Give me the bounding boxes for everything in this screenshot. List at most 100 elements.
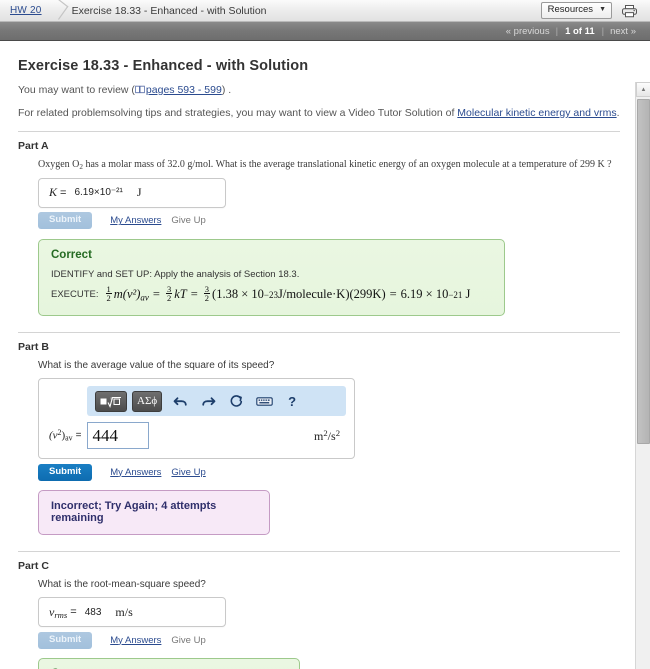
svg-text:n: n [111, 395, 114, 400]
part-a-identify-line: IDENTIFY and SET UP: Apply the analysis … [51, 268, 300, 280]
related-suffix-text: . [616, 107, 620, 119]
mass-symbol: m [113, 287, 123, 302]
part-b-label: Part B [18, 341, 49, 354]
part-c-give-up-link[interactable]: Give Up [171, 635, 205, 646]
temperature-term: (299K) [349, 287, 386, 302]
resources-dropdown[interactable]: Resources ▼ [540, 2, 612, 19]
review-suffix-text: ) . [221, 84, 232, 96]
keyboard-icon[interactable] [251, 389, 277, 413]
breadcrumb-separator-icon [48, 0, 62, 22]
unit-denominator-sup: 2 [335, 427, 340, 438]
part-b-answer-unit: m2/s2 [314, 427, 340, 443]
part-a-feedback-heading: Correct [51, 248, 92, 261]
part-a-give-up-link[interactable]: Give Up [171, 215, 205, 226]
part-b-symbol-pre: (v [49, 429, 58, 442]
part-c-label: Part C [18, 560, 49, 573]
v-squared-av: (v²)av [123, 287, 149, 302]
part-b-submit-button[interactable]: Submit [38, 463, 93, 481]
equals-1: = [152, 287, 160, 302]
part-b-divider [18, 332, 620, 334]
breadcrumb-home-link[interactable]: HW 20 [10, 5, 42, 16]
fraction-one-half: 12 [105, 285, 112, 304]
book-icon [135, 85, 145, 97]
part-a-answer-unit: J [136, 185, 142, 200]
previous-button[interactable]: « previous [500, 26, 556, 37]
part-b-give-up-link[interactable]: Give Up [171, 467, 205, 478]
resources-label: Resources [547, 4, 594, 15]
part-b-symbol-sub: av [65, 433, 73, 443]
part-a-my-answers-link[interactable]: My Answers [110, 215, 161, 226]
greek-symbols-button[interactable]: ΑΣϕ [132, 390, 163, 412]
review-pages-link[interactable]: pages 593 - 599 [146, 84, 222, 96]
part-b-question: What is the average value of the square … [38, 360, 275, 372]
part-c-equals-sign: = [70, 606, 77, 619]
part-c-answer-value[interactable]: 483 [85, 607, 102, 618]
part-c-submit-button[interactable]: Submit [38, 631, 93, 649]
part-c-answer-box[interactable]: vrms = 483 m/s [38, 597, 226, 628]
reset-circular-arrow-icon[interactable] [223, 389, 249, 413]
part-a-submit-button[interactable]: Submit [38, 212, 93, 230]
frac3-denominator: 2 [204, 293, 210, 304]
part-a-answer-box[interactable]: K = 6.19×10⁻²¹ J [38, 177, 226, 208]
scroll-up-arrow-icon[interactable]: ▲ [636, 82, 650, 97]
part-a-label: Part A [18, 140, 49, 152]
part-b-my-answers-link[interactable]: My Answers [110, 467, 161, 478]
page-scrollbar[interactable]: ▲ ▼ [635, 82, 650, 669]
topbar-actions: Resources ▼ [540, 2, 646, 20]
equals-3: = [389, 287, 397, 302]
part-c-answer-unit: m/s [115, 604, 133, 619]
part-b-answer-panel: n ΑΣϕ ? (v2)av = m2/s2 [38, 378, 355, 460]
related-note: For related problemsolving tips and stra… [18, 107, 620, 119]
equals-2: = [190, 287, 198, 302]
kT-term: kT [174, 287, 187, 302]
part-a-question: Oxygen O2 has a molar mass of 32.0 g/mol… [38, 159, 620, 171]
unit-numerator: m [314, 428, 324, 443]
fraction-three-halves-1: 32 [165, 285, 173, 304]
part-a-execute-math: EXECUTE: 12 m (v²)av = 32 kT = 32 ( 1.38… [51, 285, 492, 304]
av-subscript: av [140, 292, 149, 303]
part-b-answer-input[interactable] [87, 422, 150, 450]
part-c-question: What is the root-mean-square speed? [38, 579, 206, 591]
frac-denominator: 2 [106, 293, 111, 304]
sqrt-template-button[interactable]: n [95, 390, 127, 412]
page-counter: 1 of 11 [565, 25, 595, 37]
frac2-denominator: 2 [166, 293, 172, 304]
math-toolbar: n ΑΣϕ ? [87, 386, 346, 417]
part-a-execute-label: EXECUTE: [51, 289, 99, 301]
review-note: You may want to review ( pages 593 - 599)… [18, 84, 620, 97]
scrollbar-thumb[interactable] [637, 99, 650, 444]
result-exponent: −21 [448, 289, 463, 300]
part-a-answer-symbol: K [49, 185, 58, 200]
boltzmann-constant: 1.38 × 10 [216, 287, 264, 302]
part-c-answer-symbol: vrms [49, 605, 67, 620]
part-c-my-answers-link[interactable]: My Answers [110, 635, 161, 646]
v-squared-term: (v²) [122, 287, 141, 302]
part-a-question-post: has a molar mass of 32.0 g/mol. What is … [82, 159, 612, 170]
part-a-divider [18, 131, 620, 132]
review-prefix-text: You may want to review ( [18, 84, 135, 96]
boltzmann-exponent: −23 [263, 289, 278, 300]
printer-icon [621, 4, 637, 17]
next-button[interactable]: next » [604, 26, 642, 37]
undo-arrow-icon[interactable] [167, 389, 193, 413]
redo-arrow-icon[interactable] [195, 389, 221, 413]
result-value: 6.19 × 10 [400, 287, 449, 302]
page-title: Exercise 18.33 - Enhanced - with Solutio… [18, 58, 309, 74]
print-button[interactable] [618, 2, 640, 20]
part-b-answer-symbol: (v2)av [49, 428, 73, 443]
video-tutor-link[interactable]: Molecular kinetic energy and vrms [457, 107, 616, 119]
part-c-submit-row: Submit My Answers Give Up [38, 631, 620, 649]
fraction-three-halves-2: 32 [203, 285, 211, 304]
breadcrumb-current-title: Exercise 18.33 - Enhanced - with Solutio… [71, 4, 267, 17]
help-icon[interactable]: ? [279, 389, 305, 413]
part-a-question-pre: Oxygen O [38, 159, 80, 170]
result-unit: J [465, 287, 471, 302]
part-c-symbol-sub: rms [54, 609, 68, 620]
part-c-correct-feedback: Correct vrms = √(v²)rms = √2.34 × 104 m2… [38, 658, 300, 669]
part-b-incorrect-feedback: Incorrect; Try Again; 4 attempts remaini… [38, 490, 270, 536]
part-b-equals-sign: = [75, 430, 82, 442]
sqrt-template-icon: n [100, 395, 121, 408]
part-b-entry-row: (v2)av = m2/s2 [47, 422, 346, 450]
part-a-answer-value[interactable]: 6.19×10⁻²¹ [74, 187, 122, 198]
part-a-equals-sign: = [60, 186, 67, 199]
